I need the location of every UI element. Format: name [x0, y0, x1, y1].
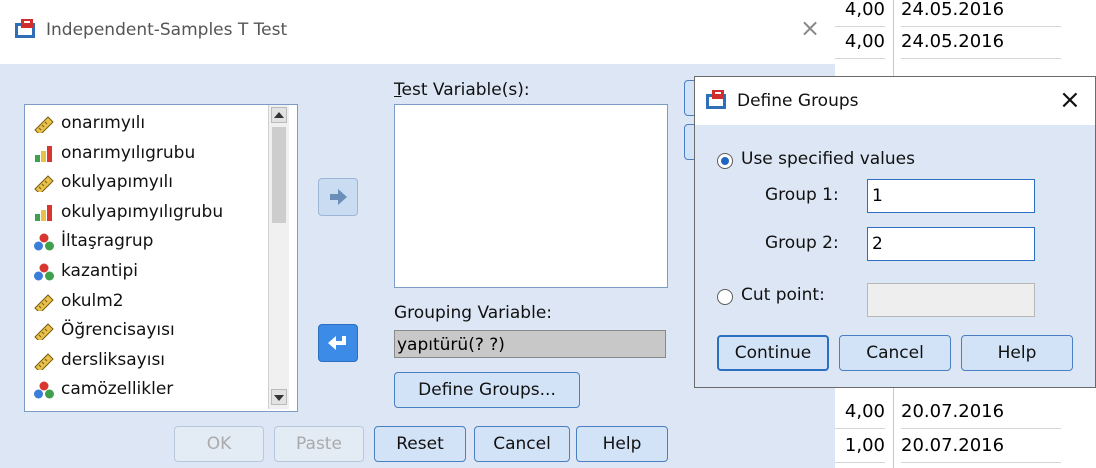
variable-list-item[interactable]: okulyapımyılıgrubu: [33, 198, 223, 226]
datasheet-cell[interactable]: 24.05.2016: [901, 0, 1061, 27]
ruler-icon: [33, 292, 55, 314]
variable-label: camözellikler: [61, 379, 174, 400]
variable-label: okulm2: [61, 290, 124, 311]
app-icon: [705, 89, 729, 115]
variable-list-item[interactable]: dersliksayısı: [33, 346, 165, 374]
datasheet-cell[interactable]: 4,00: [835, 0, 885, 27]
variable-label: İltaşragrup: [61, 231, 154, 252]
help-button[interactable]: Help: [961, 335, 1073, 371]
variable-list-scrollbar[interactable]: [268, 105, 289, 409]
test-variables-label-text: est Variable(s):: [401, 80, 530, 100]
define-groups-titlebar: Define Groups ×: [695, 77, 1095, 125]
bar-chart-icon: [33, 144, 55, 162]
ruler-icon: [33, 173, 55, 195]
variable-list-item[interactable]: okulyapımyılı: [33, 168, 173, 196]
datasheet-cell[interactable]: 24.05.2016: [901, 26, 1061, 59]
grouping-variable-field[interactable]: yapıtürü(? ?): [394, 330, 666, 358]
cut-point-radio[interactable]: [717, 289, 733, 305]
group2-input[interactable]: 2: [867, 227, 1035, 261]
variable-list-item[interactable]: camözellikler: [33, 375, 173, 403]
ruler-icon: [33, 114, 55, 136]
group1-label: Group 1:: [765, 185, 839, 205]
bar-chart-icon: [33, 203, 55, 221]
scroll-down-button[interactable]: [271, 389, 287, 405]
close-icon[interactable]: ×: [800, 14, 820, 42]
arrow-right-icon: [330, 189, 347, 205]
move-to-grouping-variable-button[interactable]: [318, 324, 358, 362]
continue-button[interactable]: Continue: [717, 335, 829, 371]
nominal-icon: [33, 380, 55, 399]
app-icon: [14, 18, 38, 44]
variable-label: onarımyılıgrubu: [61, 142, 196, 163]
datasheet-cell[interactable]: 20.07.2016: [901, 396, 1061, 429]
dialog-title: Independent-Samples T Test: [46, 20, 288, 40]
cut-point-input[interactable]: [867, 283, 1035, 317]
define-groups-button[interactable]: Define Groups...: [394, 372, 580, 408]
variable-list-item[interactable]: onarımyılı: [33, 109, 145, 137]
test-variables-list[interactable]: [394, 104, 668, 288]
ok-button[interactable]: OK: [174, 426, 264, 462]
define-groups-button-label: Define Groups...: [418, 380, 556, 400]
ruler-icon: [33, 351, 55, 373]
variable-list-item[interactable]: onarımyılıgrubu: [33, 139, 195, 167]
datasheet-cell[interactable]: 20.07.2016: [901, 430, 1061, 463]
variable-list-item[interactable]: kazantipi: [33, 257, 138, 285]
grouping-variable-label: Grouping Variable:: [394, 303, 553, 323]
variable-label: okulyapımyılı: [61, 172, 174, 193]
define-groups-dialog: Define Groups × Use specified values Gro…: [694, 76, 1096, 388]
reset-button[interactable]: Reset: [374, 426, 466, 462]
cancel-button[interactable]: Cancel: [474, 426, 570, 462]
use-specified-values-radio[interactable]: [717, 153, 733, 169]
variable-list-item[interactable]: İltaşragrup: [33, 227, 153, 255]
scroll-up-button[interactable]: [271, 107, 287, 123]
variable-label: onarımyılı: [61, 113, 146, 133]
variable-label: dersliksayısı: [61, 349, 166, 370]
move-to-test-variables-button[interactable]: [318, 178, 358, 216]
variable-label: okulyapımyılıgrubu: [61, 201, 224, 222]
ruler-icon: [33, 321, 55, 343]
nominal-icon: [33, 262, 55, 281]
datasheet-cell[interactable]: 4,00: [835, 396, 885, 429]
nominal-icon: [33, 232, 55, 251]
variable-label: Öğrencisayısı: [61, 320, 175, 341]
variable-label: kazantipi: [61, 261, 138, 281]
cancel-button[interactable]: Cancel: [839, 335, 951, 371]
arrow-left-icon: [328, 336, 346, 350]
scroll-thumb[interactable]: [272, 127, 286, 223]
variable-list-item[interactable]: Öğrencisayısı: [33, 316, 175, 344]
help-button[interactable]: Help: [576, 426, 668, 462]
test-variables-label: Test Variable(s):: [394, 80, 530, 100]
variable-list-item[interactable]: okulm2: [33, 287, 124, 315]
datasheet-cell[interactable]: 4,00: [835, 26, 885, 59]
group1-input[interactable]: 1: [867, 179, 1035, 213]
use-specified-values-label: Use specified values: [741, 149, 915, 169]
datasheet-cell[interactable]: 1,00: [835, 430, 885, 463]
source-variable-list[interactable]: onarımyılı onarımyılıgrubu okulyapımyılı ok…: [24, 104, 298, 412]
paste-button[interactable]: Paste: [274, 426, 364, 462]
group2-label: Group 2:: [765, 233, 839, 253]
cut-point-label: Cut point:: [741, 285, 825, 305]
close-icon[interactable]: ×: [1059, 85, 1081, 115]
define-groups-title: Define Groups: [737, 91, 859, 111]
